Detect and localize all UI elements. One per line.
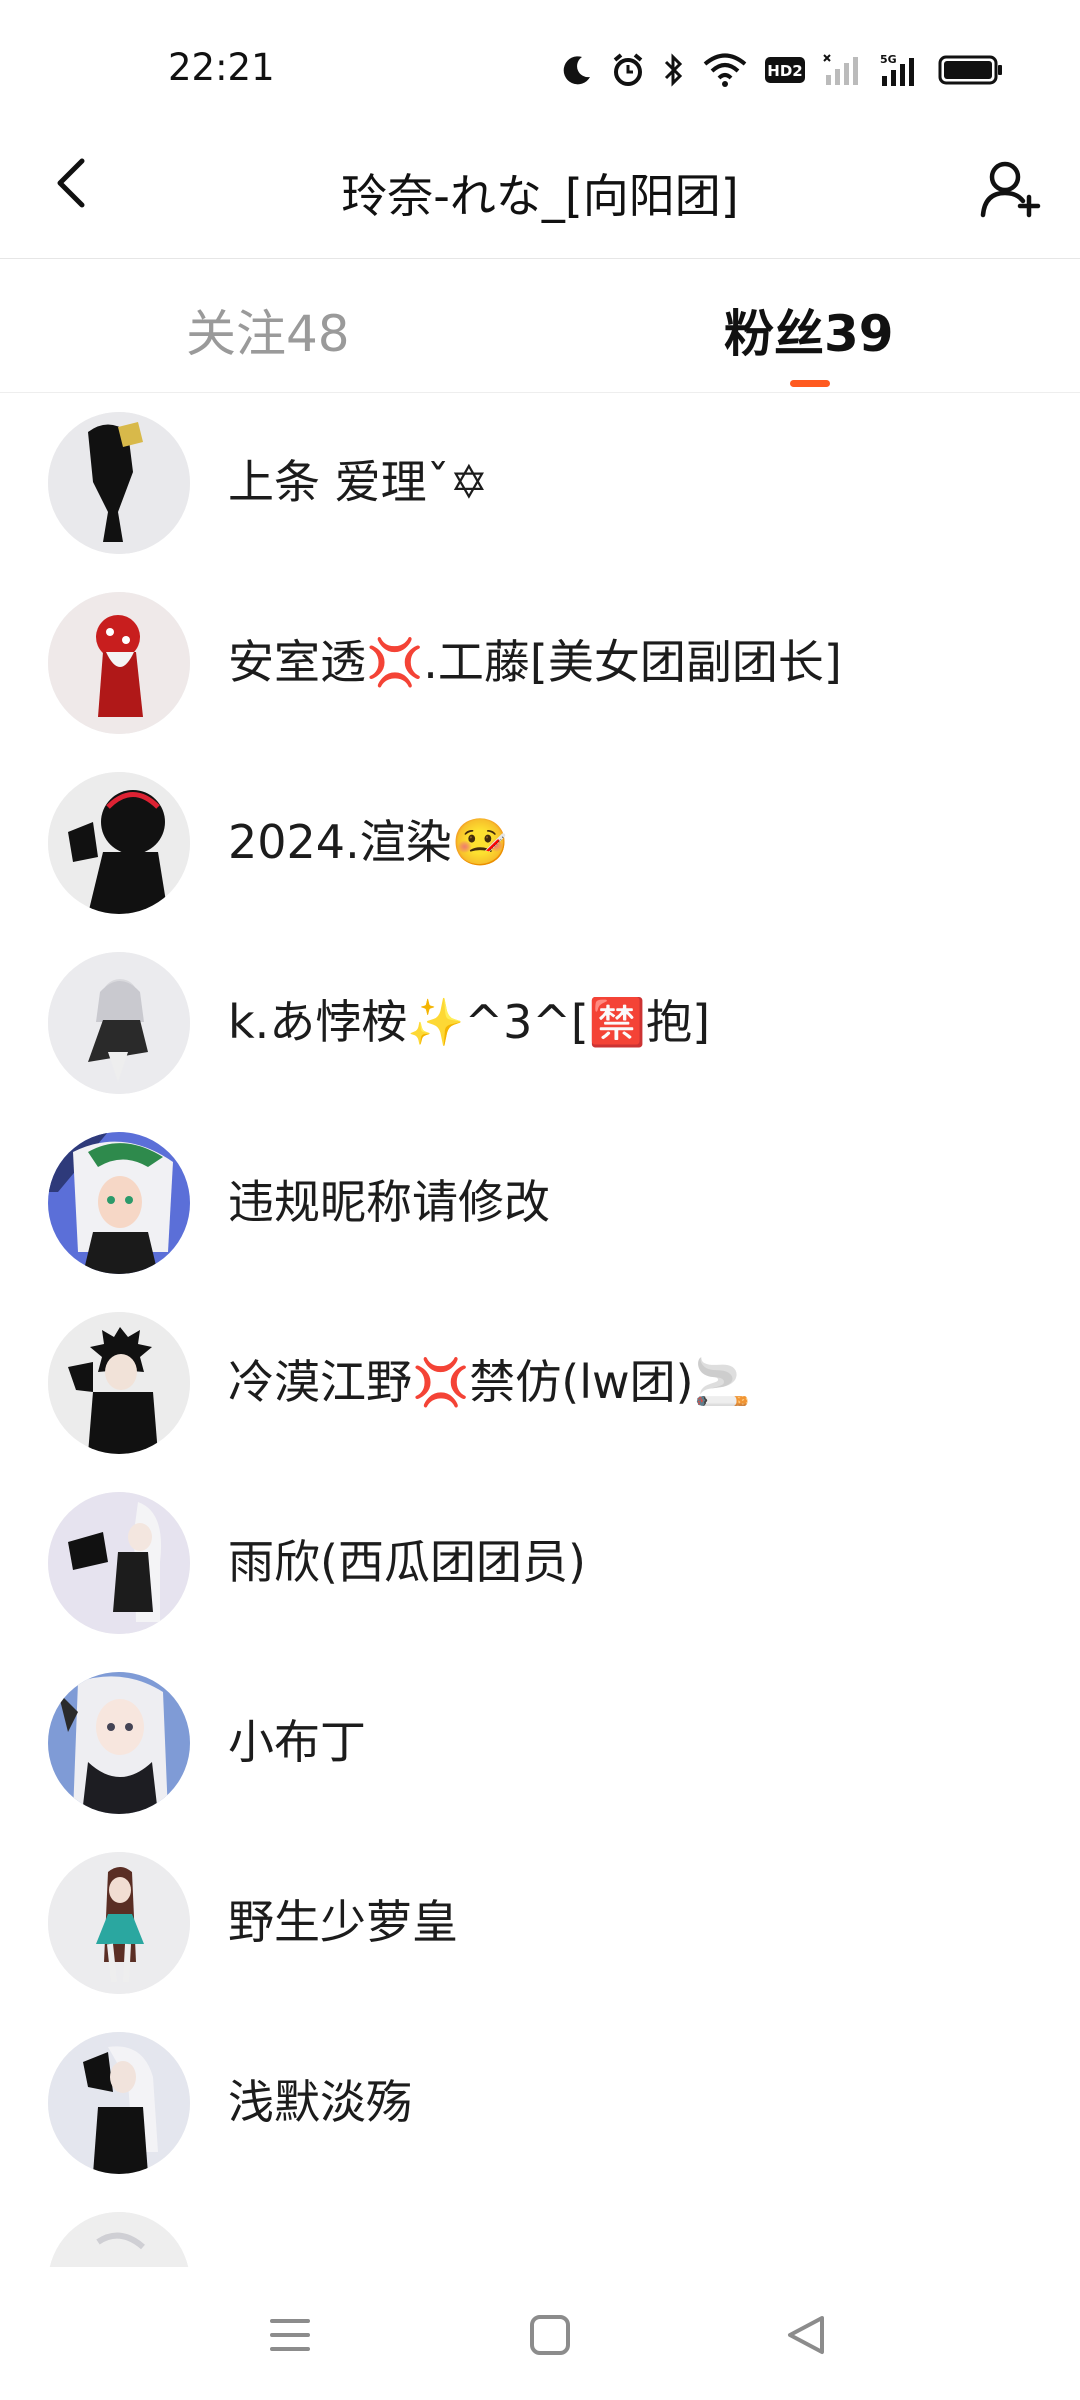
avatar[interactable] xyxy=(48,772,190,914)
fan-name: 小布丁 xyxy=(228,1715,366,1769)
add-user-button[interactable] xyxy=(970,150,1050,230)
alarm-icon xyxy=(610,52,646,88)
fan-name: 野生少萝皇 xyxy=(228,1895,458,1949)
tab-following[interactable]: 关注 48 xyxy=(186,294,350,366)
list-item[interactable]: 上条 爱理ˇ✡ xyxy=(0,392,1080,572)
avatar[interactable] xyxy=(48,952,190,1094)
tab-fans-label: 粉丝 xyxy=(724,305,824,363)
avatar[interactable] xyxy=(48,2212,190,2267)
list-item[interactable]: 浅默淡殇 xyxy=(0,2012,1080,2192)
avatar[interactable] xyxy=(48,592,190,734)
wifi-icon xyxy=(702,53,748,87)
moon-icon xyxy=(560,53,594,87)
avatar[interactable] xyxy=(48,1492,190,1634)
tab-following-label: 关注 xyxy=(186,305,286,363)
back-nav-button[interactable] xyxy=(776,2307,836,2367)
signal-icon xyxy=(822,53,862,87)
fan-name: 2024.渲染🤒 xyxy=(228,815,509,869)
list-item[interactable]: 野生少萝皇 xyxy=(0,1832,1080,2012)
list-item[interactable]: k.あ悖桉✨^3^[🈲抱] xyxy=(0,932,1080,1112)
list-item[interactable]: 小布丁 xyxy=(0,1652,1080,1832)
bluetooth-icon xyxy=(662,52,686,88)
list-item[interactable] xyxy=(0,2192,1080,2267)
back-triangle-icon xyxy=(784,2313,828,2361)
tab-fans-count: 39 xyxy=(824,305,894,363)
status-icons: HD2 5G xyxy=(560,48,1004,92)
page-title: 玲奈-れな_[向阳团] xyxy=(341,169,739,223)
hd-text: HD2 xyxy=(767,62,802,80)
tab-following-count: 48 xyxy=(286,305,350,363)
battery-icon xyxy=(938,53,1004,87)
list-item[interactable]: 冷漠江野💢禁仿(lw团)🚬 xyxy=(0,1292,1080,1472)
list-item[interactable]: 违规昵称请修改 xyxy=(0,1112,1080,1292)
status-time: 22:21 xyxy=(168,46,275,89)
list-item[interactable]: 雨欣(西瓜团团员) xyxy=(0,1472,1080,1652)
avatar[interactable] xyxy=(48,412,190,554)
fan-name: 安室透💢.工藤[美女团副团长] xyxy=(228,635,842,689)
avatar[interactable] xyxy=(48,1852,190,1994)
home-button[interactable] xyxy=(520,2307,580,2367)
active-tab-indicator xyxy=(790,380,830,387)
avatar[interactable] xyxy=(48,1312,190,1454)
fans-list[interactable]: 上条 爱理ˇ✡ 安室透💢.工藤[美女团副团长] 2024.渲染🤒 k.あ悖桉✨^… xyxy=(0,392,1080,2267)
fan-name: 上条 爱理ˇ✡ xyxy=(228,455,489,509)
add-user-icon xyxy=(977,155,1043,225)
fan-name: 冷漠江野💢禁仿(lw团)🚬 xyxy=(228,1355,751,1409)
net-text: 5G xyxy=(880,53,897,66)
tab-fans[interactable]: 粉丝 39 xyxy=(724,294,894,366)
list-item[interactable]: 安室透💢.工藤[美女团副团长] xyxy=(0,572,1080,752)
system-nav-bar xyxy=(0,2267,1080,2400)
home-square-icon xyxy=(528,2313,572,2361)
header: 玲奈-れな_[向阳团] xyxy=(0,120,1080,259)
fan-name: 浅默淡殇 xyxy=(228,2075,412,2129)
fan-name: 雨欣(西瓜团团员) xyxy=(228,1535,586,1589)
fan-name: 违规昵称请修改 xyxy=(228,1175,550,1229)
list-item[interactable]: 2024.渲染🤒 xyxy=(0,752,1080,932)
status-bar: 22:21 HD2 5G xyxy=(0,0,1080,120)
avatar[interactable] xyxy=(48,1132,190,1274)
tab-bar: 关注 48 粉丝 39 xyxy=(0,258,1080,393)
menu-button[interactable] xyxy=(260,2307,320,2367)
menu-icon xyxy=(268,2315,312,2359)
avatar[interactable] xyxy=(48,2032,190,2174)
fan-name: k.あ悖桉✨^3^[🈲抱] xyxy=(228,995,711,1049)
5g-signal-icon: 5G xyxy=(878,52,922,88)
avatar[interactable] xyxy=(48,1672,190,1814)
hd-icon: HD2 xyxy=(764,55,806,85)
